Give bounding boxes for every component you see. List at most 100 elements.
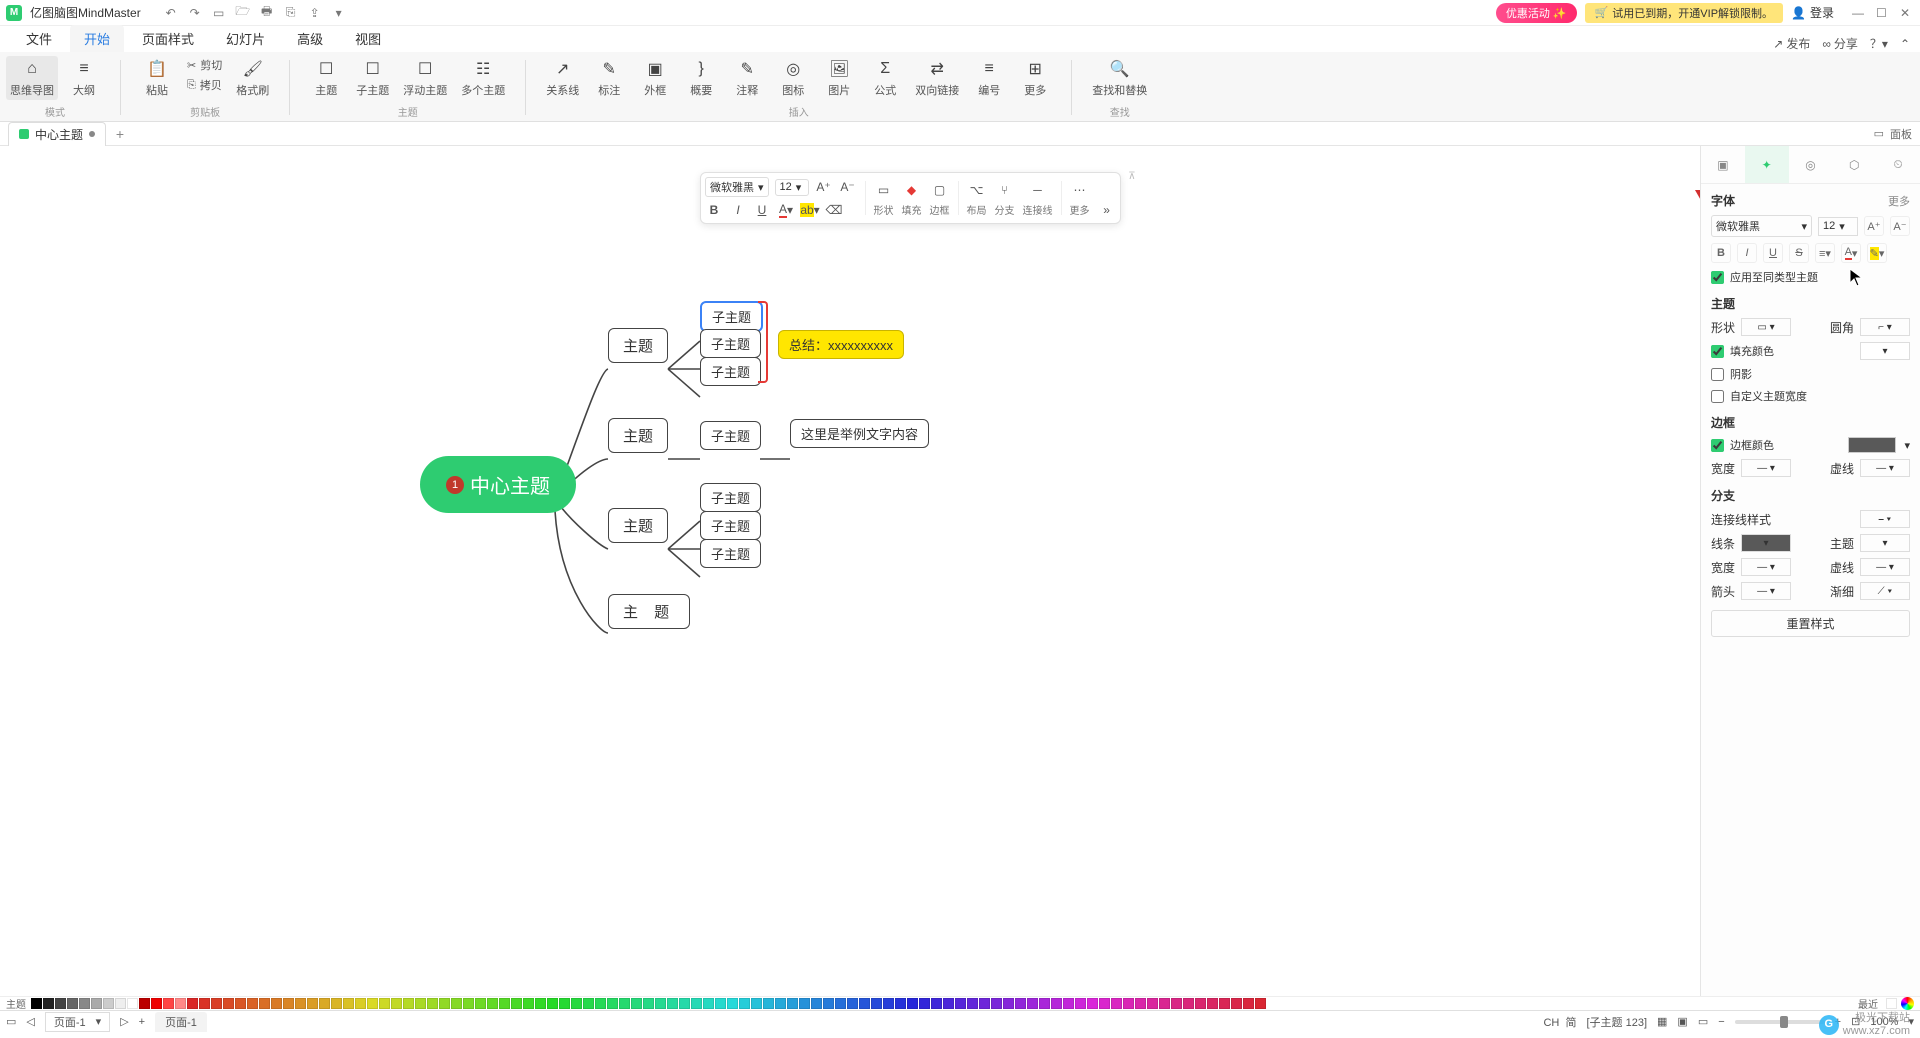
float-border[interactable]: ▢边框 — [930, 180, 950, 217]
color-swatch[interactable] — [991, 998, 1002, 1009]
color-swatch[interactable] — [1195, 998, 1206, 1009]
color-swatch[interactable] — [751, 998, 762, 1009]
recent-swatch[interactable] — [1886, 998, 1897, 1009]
color-swatch[interactable] — [103, 998, 114, 1009]
color-swatch[interactable] — [595, 998, 606, 1009]
nav-prev[interactable]: ◁ — [26, 1015, 34, 1028]
color-swatch[interactable] — [799, 998, 810, 1009]
main-node-1[interactable]: 主题 — [608, 328, 668, 363]
color-swatch[interactable] — [607, 998, 618, 1009]
floating-topic-button[interactable]: ☐浮动主题 — [399, 56, 451, 100]
rp-font-increase[interactable]: A⁺ — [1864, 216, 1884, 236]
rp-font-more[interactable]: 更多 — [1888, 193, 1910, 209]
color-swatch[interactable] — [907, 998, 918, 1009]
formula-button[interactable]: Σ公式 — [865, 56, 905, 100]
rp-font-select[interactable]: 微软雅黑▾ — [1711, 215, 1812, 237]
color-swatch[interactable] — [1099, 998, 1110, 1009]
color-swatch[interactable] — [943, 998, 954, 1009]
float-fill[interactable]: ◆填充 — [902, 180, 922, 217]
color-swatch[interactable] — [55, 998, 66, 1009]
color-swatch[interactable] — [499, 998, 510, 1009]
rp-shape-select[interactable]: ▭ ▾ — [1741, 318, 1791, 336]
rp-fill-color[interactable]: ▾ — [1860, 342, 1910, 360]
color-swatch[interactable] — [307, 998, 318, 1009]
color-swatch[interactable] — [223, 998, 234, 1009]
sub-node-3-1[interactable]: 子主题 — [700, 483, 761, 512]
rp-apply-same[interactable]: 应用至同类型主题 — [1711, 269, 1910, 285]
color-swatch[interactable] — [463, 998, 474, 1009]
color-swatch[interactable] — [559, 998, 570, 1009]
boundary-button[interactable]: ▣外框 — [635, 56, 675, 100]
main-node-3[interactable]: 主题 — [608, 508, 668, 543]
color-swatch[interactable] — [1075, 998, 1086, 1009]
rp-taper-select[interactable]: ⟋ ▾ — [1860, 582, 1910, 600]
rp-tab-clipart[interactable]: ⬡ — [1832, 146, 1876, 183]
color-swatch[interactable] — [931, 998, 942, 1009]
float-expand[interactable]: » — [1098, 201, 1116, 219]
summary-note[interactable]: 总结：xxxxxxxxxx — [778, 330, 904, 359]
color-swatch[interactable] — [151, 998, 162, 1009]
mode-outline-button[interactable]: ≡大纲 — [64, 56, 104, 100]
color-swatch[interactable] — [31, 998, 42, 1009]
color-swatch[interactable] — [679, 998, 690, 1009]
topic-button[interactable]: ☐主题 — [306, 56, 346, 100]
comment-button[interactable]: ✎注释 — [727, 56, 767, 100]
color-swatch[interactable] — [1147, 998, 1158, 1009]
color-swatch[interactable] — [631, 998, 642, 1009]
color-swatch[interactable] — [271, 998, 282, 1009]
sub-node-3-3[interactable]: 子主题 — [700, 539, 761, 568]
color-swatch[interactable] — [1087, 998, 1098, 1009]
canvas[interactable]: 微软雅黑 ▾ 12 ▾ A⁺ A⁻ B I U A▾ ab▾ ⌫ ▭形状 ◆填充… — [0, 146, 1700, 996]
sub-node-1-2[interactable]: 子主题 — [700, 329, 761, 358]
undo-button[interactable]: ↶ — [163, 5, 179, 21]
float-font-decrease[interactable]: A⁻ — [839, 178, 857, 196]
collapse-ribbon-button[interactable]: ⌃ — [1900, 37, 1910, 51]
color-swatch[interactable] — [319, 998, 330, 1009]
color-swatch[interactable] — [787, 998, 798, 1009]
color-swatch[interactable] — [1135, 998, 1146, 1009]
page-tab[interactable]: 页面-1 — [155, 1012, 207, 1032]
rp-branch-width-select[interactable]: — ▾ — [1741, 558, 1791, 576]
find-replace-button[interactable]: 🔍查找和替换 — [1088, 56, 1151, 100]
hyperlink-button[interactable]: ⇄双向链接 — [911, 56, 963, 100]
trial-banner[interactable]: 🛒试用已到期，开通VIP解锁限制。 — [1585, 3, 1783, 23]
close-button[interactable]: ✕ — [1900, 6, 1914, 20]
color-swatch[interactable] — [883, 998, 894, 1009]
float-font-color[interactable]: A▾ — [777, 201, 795, 219]
color-swatch[interactable] — [1039, 998, 1050, 1009]
color-swatch[interactable] — [367, 998, 378, 1009]
color-picker-button[interactable] — [1901, 997, 1914, 1010]
float-clear-format[interactable]: ⌫ — [825, 201, 843, 219]
save-button[interactable]: 🖶 — [259, 5, 275, 21]
rp-shadow-check[interactable]: 阴影 — [1711, 366, 1910, 382]
color-swatch[interactable] — [1027, 998, 1038, 1009]
rp-tab-style[interactable]: ✦ — [1745, 146, 1789, 183]
float-bold[interactable]: B — [705, 201, 723, 219]
color-swatch[interactable] — [895, 998, 906, 1009]
nav-next[interactable]: ▷ — [120, 1015, 128, 1028]
view-mode-3[interactable]: ▭ — [1698, 1015, 1708, 1028]
float-layout[interactable]: ⌥布局 — [967, 180, 987, 217]
color-swatch[interactable] — [391, 998, 402, 1009]
minimize-button[interactable]: — — [1852, 6, 1866, 20]
open-button[interactable]: 🗁 — [235, 5, 251, 21]
float-font-increase[interactable]: A⁺ — [815, 178, 833, 196]
qat-more-button[interactable]: ▾ — [331, 5, 347, 21]
color-swatch[interactable] — [43, 998, 54, 1009]
rp-border-width-select[interactable]: — ▾ — [1741, 459, 1791, 477]
color-swatch[interactable] — [427, 998, 438, 1009]
color-swatch[interactable] — [1123, 998, 1134, 1009]
color-swatch[interactable] — [163, 998, 174, 1009]
color-swatch[interactable] — [691, 998, 702, 1009]
multiple-topic-button[interactable]: ☷多个主题 — [457, 56, 509, 100]
color-swatch[interactable] — [727, 998, 738, 1009]
rp-reset-button[interactable]: 重置样式 — [1711, 610, 1910, 637]
color-swatch[interactable] — [403, 998, 414, 1009]
color-swatch[interactable] — [295, 998, 306, 1009]
color-swatch[interactable] — [535, 998, 546, 1009]
sub-node-1-1[interactable]: 子主题 — [700, 301, 763, 332]
relation-button[interactable]: ↗关系线 — [542, 56, 583, 100]
color-swatch[interactable] — [259, 998, 270, 1009]
summary-button[interactable]: }概要 — [681, 56, 721, 100]
color-swatch[interactable] — [967, 998, 978, 1009]
